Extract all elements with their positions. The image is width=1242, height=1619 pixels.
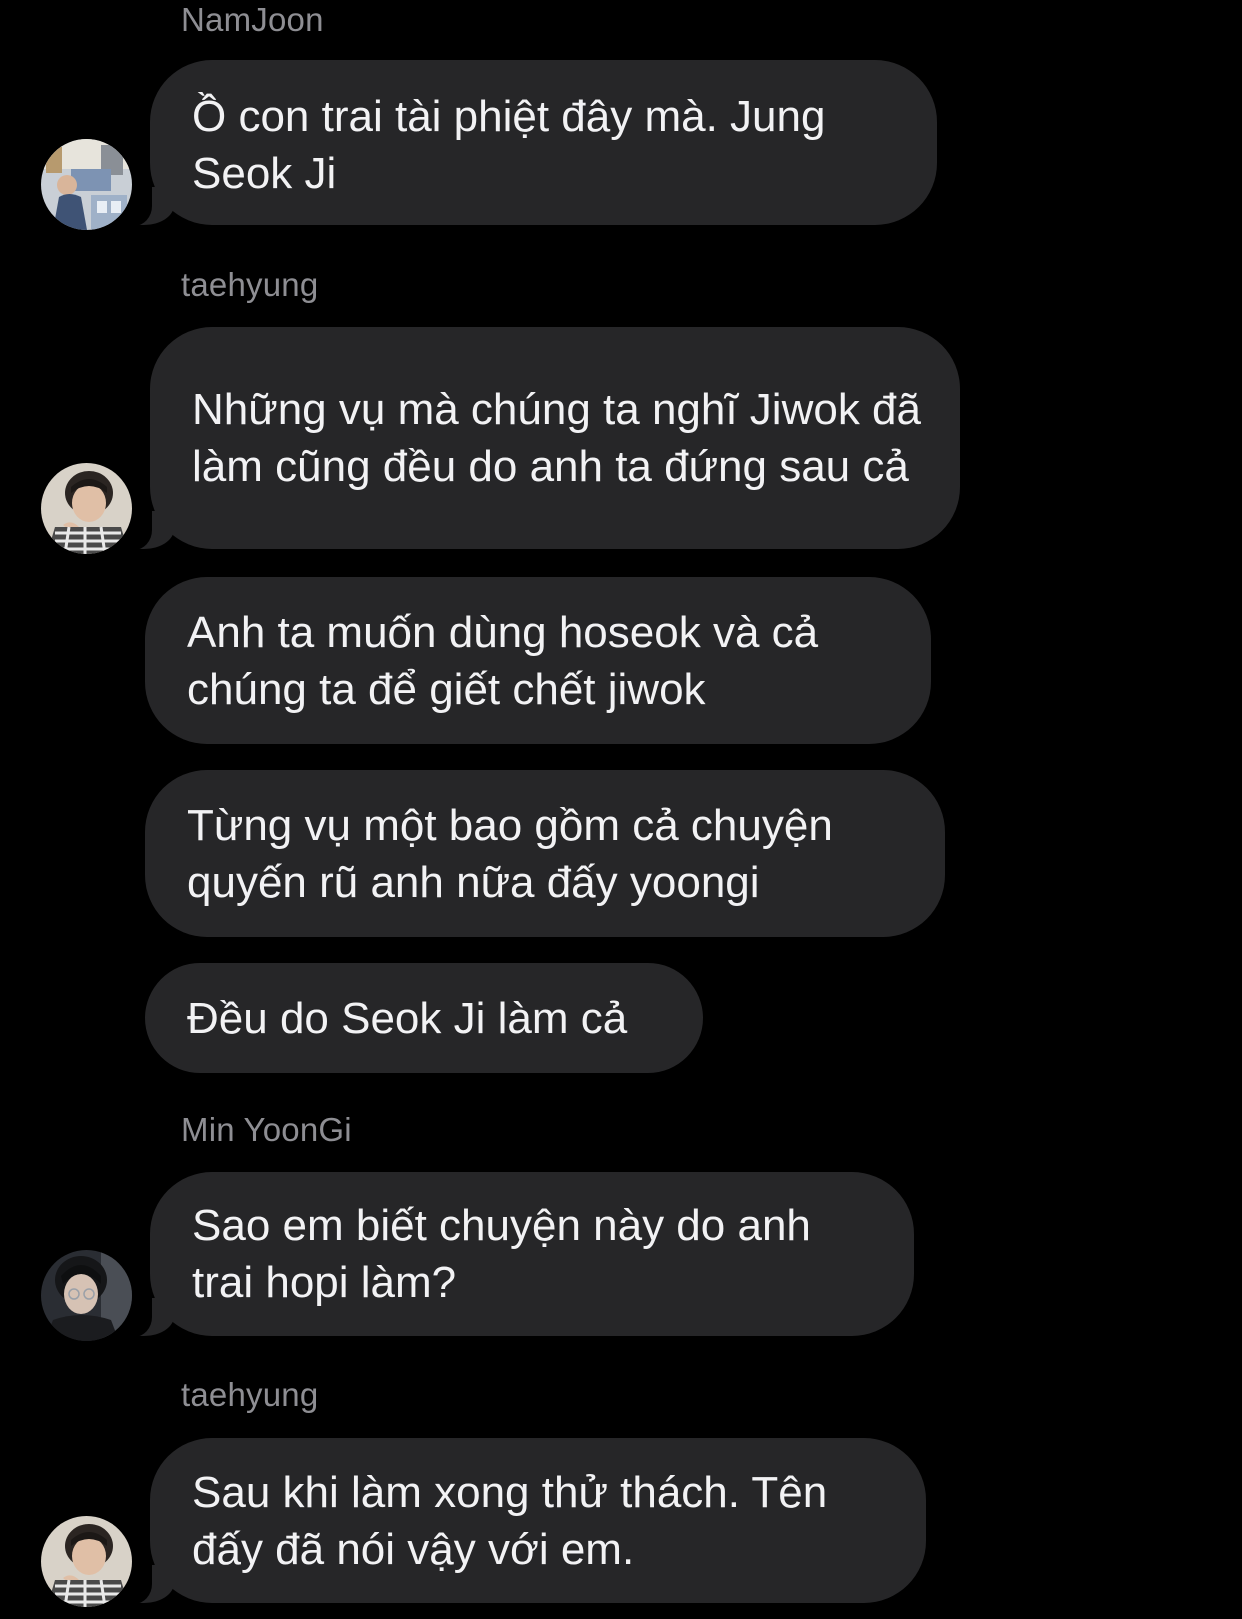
sender-name-taehyung: taehyung [181, 1376, 319, 1413]
sender-name-taehyung: taehyung [181, 266, 319, 303]
namjoon-avatar[interactable] [41, 139, 132, 230]
message-bubble[interactable]: Đều do Seok Ji làm cả [145, 963, 703, 1073]
message-bubble[interactable]: Ồ con trai tài phiệt đây mà. Jung Seok J… [124, 60, 937, 226]
message-bubble[interactable]: Sau khi làm xong thử thách. Tên đấy đã n… [124, 1438, 926, 1604]
message-text: Anh ta muốn dùng hoseok và cả chúng ta đ… [187, 607, 819, 714]
message-text: Từng vụ một bao gồm cả chuyện quyến rũ a… [187, 800, 833, 907]
taehyung-avatar[interactable] [41, 463, 132, 554]
message-bubble[interactable]: Sao em biết chuyện này do anh trai hopi … [124, 1172, 914, 1337]
message-text: Sau khi làm xong thử thách. Tên đấy đã n… [192, 1467, 828, 1574]
chat-thread[interactable]: NamJoon Ồ con trai tài phiệt đây mà. Jun… [0, 0, 1242, 1619]
message-bubble[interactable]: Những vụ mà chúng ta nghĩ Jiwok đã làm c… [124, 327, 960, 550]
yoongi-avatar[interactable] [41, 1250, 132, 1341]
sender-name-min-yoongi: Min YoonGi [181, 1111, 352, 1148]
message-text: Ồ con trai tài phiệt đây mà. Jung Seok J… [192, 91, 826, 198]
taehyung-avatar[interactable] [41, 1516, 132, 1607]
message-bubble[interactable]: Từng vụ một bao gồm cả chuyện quyến rũ a… [145, 770, 945, 937]
message-text: Sao em biết chuyện này do anh trai hopi … [192, 1201, 811, 1307]
message-text: Đều do Seok Ji làm cả [187, 993, 628, 1043]
sender-name-namjoon: NamJoon [181, 1, 324, 38]
message-bubble[interactable]: Anh ta muốn dùng hoseok và cả chúng ta đ… [145, 577, 931, 744]
message-text: Những vụ mà chúng ta nghĩ Jiwok đã làm c… [192, 385, 921, 491]
